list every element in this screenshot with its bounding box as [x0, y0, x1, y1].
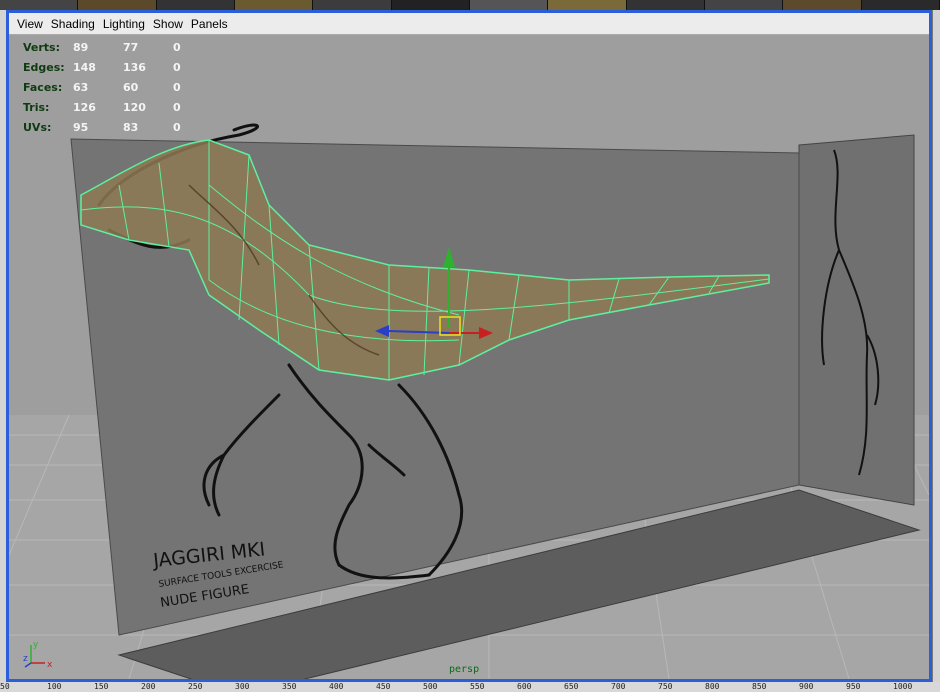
- menu-lighting[interactable]: Lighting: [99, 17, 149, 31]
- hud-value: 77: [123, 40, 139, 54]
- time-ruler[interactable]: 50 100 150 200 250 300 350 400 450 500 550 600 650 70…: [0, 682, 940, 692]
- hud-row-verts: Verts: 89 77 0: [23, 37, 223, 57]
- hud-value: 0: [173, 60, 181, 74]
- hud-value: 95: [73, 120, 89, 134]
- axis-gizmo: y z x: [23, 640, 53, 669]
- ruler-tick: 900: [799, 682, 814, 691]
- hud-row-uvs: UVs: 95 83 0: [23, 117, 223, 137]
- hud-label: Faces:: [23, 80, 63, 94]
- ruler-tick: 100: [47, 682, 62, 691]
- axis-x-label: x: [47, 660, 53, 669]
- menu-shading[interactable]: Shading: [47, 17, 99, 31]
- hud-label: UVs:: [23, 120, 52, 134]
- hud-value: 0: [173, 80, 181, 94]
- hud-row-edges: Edges: 148 136 0: [23, 57, 223, 77]
- hud-value: 136: [123, 60, 146, 74]
- ruler-tick: 150: [94, 682, 109, 691]
- ruler-tick: 850: [752, 682, 767, 691]
- poly-count-hud: Verts: 89 77 0 Edges: 148 136 0 Faces: 6…: [23, 37, 223, 137]
- hud-value: 0: [173, 120, 181, 134]
- ruler-tick: 50: [0, 682, 10, 691]
- ruler-tick: 350: [282, 682, 297, 691]
- ruler-tick: 600: [517, 682, 532, 691]
- hud-value: 120: [123, 100, 146, 114]
- menu-panels[interactable]: Panels: [187, 17, 232, 31]
- menu-view[interactable]: View: [13, 17, 47, 31]
- hud-value: 0: [173, 100, 181, 114]
- ruler-tick: 500: [423, 682, 438, 691]
- menu-show[interactable]: Show: [149, 17, 187, 31]
- ruler-tick: 650: [564, 682, 579, 691]
- ruler-tick: 250: [188, 682, 203, 691]
- hud-row-faces: Faces: 63 60 0: [23, 77, 223, 97]
- ruler-tick: 800: [705, 682, 720, 691]
- ruler-tick: 550: [470, 682, 485, 691]
- hud-value: 60: [123, 80, 139, 94]
- right-panel-edge: [932, 10, 940, 682]
- camera-label: persp: [449, 664, 480, 675]
- viewport-panel[interactable]: View Shading Lighting Show Panels Verts:…: [6, 10, 932, 682]
- ruler-tick: 200: [141, 682, 156, 691]
- side-reference-plane: [798, 134, 915, 506]
- hud-value: 126: [73, 100, 96, 114]
- ruler-tick: 950: [846, 682, 861, 691]
- hud-row-tris: Tris: 126 120 0: [23, 97, 223, 117]
- axis-y-label: y: [33, 640, 39, 650]
- hud-label: Edges:: [23, 60, 65, 74]
- ruler-tick: 450: [376, 682, 391, 691]
- hud-value: 148: [73, 60, 96, 74]
- ruler-tick: 1000: [893, 682, 913, 691]
- hud-label: Verts:: [23, 40, 61, 54]
- ruler-tick: 400: [329, 682, 344, 691]
- viewport-menubar: View Shading Lighting Show Panels: [9, 13, 929, 35]
- axis-z-label: z: [23, 654, 28, 664]
- hud-value: 63: [73, 80, 89, 94]
- hud-label: Tris:: [23, 100, 50, 114]
- hud-value: 83: [123, 120, 139, 134]
- hud-value: 89: [73, 40, 89, 54]
- top-shelf-strip: [0, 0, 940, 10]
- hud-value: 0: [173, 40, 181, 54]
- ruler-tick: 750: [658, 682, 673, 691]
- ruler-tick: 700: [611, 682, 626, 691]
- ruler-tick: 300: [235, 682, 250, 691]
